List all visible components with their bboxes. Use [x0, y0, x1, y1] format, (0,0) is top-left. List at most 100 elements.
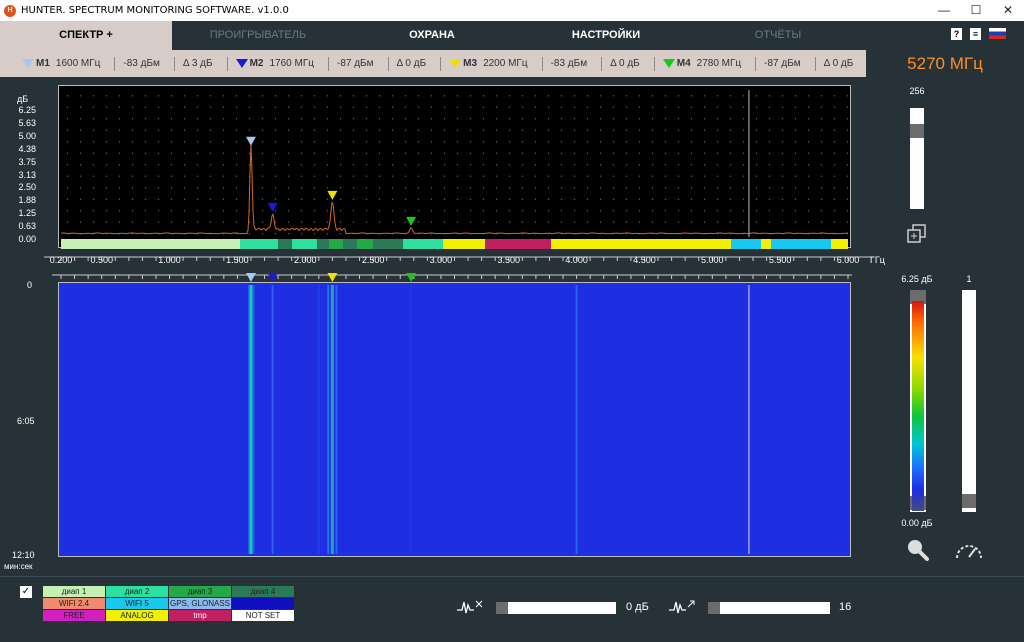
marker-1[interactable]: M1 1600 МГц -83 дБм Δ 3 дБ — [22, 50, 236, 77]
averaging-knob[interactable] — [708, 602, 720, 614]
window-controls: — ☐ ✕ — [928, 0, 1024, 21]
averaging-value: 16 — [839, 601, 852, 613]
marker-2[interactable]: M2 1760 МГц -87 дБм Δ 0 дБ — [235, 50, 450, 77]
y-tick-label: 6.25 — [18, 105, 36, 115]
color-scale-bar — [912, 301, 924, 511]
waterfall-streak — [410, 285, 412, 554]
x-tick-label: 6.000 — [836, 255, 860, 265]
colorbar-max-label: 6.25 дБ — [901, 274, 933, 284]
marker-delta: Δ 3 дБ — [182, 58, 213, 69]
spectrum-marker-3 — [327, 190, 338, 200]
time-label-start: 0 — [27, 280, 33, 290]
marker-label: M3 — [463, 58, 478, 69]
app-logo-icon: H — [4, 4, 16, 17]
legend-item: WIFI 5 — [106, 598, 168, 609]
waterfall-marker-3 — [327, 273, 338, 282]
marker-label: M1 — [36, 58, 50, 69]
marker-delta: Δ 0 дБ — [610, 58, 640, 69]
x-tick-label: 4.500 — [633, 255, 656, 265]
tab-spectrum[interactable]: СПЕКТР + — [0, 21, 172, 50]
maximize-icon[interactable]: ☐ — [960, 0, 992, 21]
language-flag-icon[interactable] — [989, 28, 1006, 39]
spectrum-scale-value: 256 — [909, 86, 925, 96]
marker-3-triangle-icon — [449, 59, 462, 68]
x-tick-label: 3.500 — [497, 255, 521, 265]
spectrum-trace — [60, 90, 848, 237]
y-tick-label: 2.50 — [18, 182, 36, 193]
x-tick-label: 5.000 — [701, 255, 724, 265]
title-bar: H HUNTER. SPECTRUM MONITORING SOFTWARE. … — [0, 0, 1024, 21]
attenuation-knob[interactable] — [496, 602, 508, 614]
minimize-icon[interactable]: — — [928, 0, 960, 21]
waterfall-speed-knob[interactable] — [962, 493, 976, 508]
marker-4[interactable]: M4 2780 МГц -87 дБм Δ 0 дБ — [662, 50, 860, 77]
x-tick-label: 2.500 — [361, 255, 385, 265]
x-tick-label: 0.200 — [49, 255, 73, 265]
waterfall-image — [247, 285, 750, 554]
x-tick-label: 3.000 — [429, 255, 453, 265]
spectrum-marker-2 — [267, 202, 278, 212]
x-tick-label: 4.000 — [565, 255, 588, 265]
spectrum-marker-1 — [245, 136, 256, 146]
help-icon[interactable]: ? — [951, 28, 962, 40]
marker-label: M2 — [249, 58, 264, 69]
marker-freq: 1760 МГц — [269, 58, 314, 69]
tab-icons: ? ≡ — [951, 28, 1006, 40]
x-tick-label: 1.000 — [158, 255, 181, 265]
x-tick-label: 1.500 — [226, 255, 249, 265]
main-tabs: СПЕКТР + ПРОИГРЫВАТЕЛЬ ОХРАНА НАСТРОЙКИ … — [0, 21, 1024, 50]
y-tick-label: 1.25 — [18, 208, 36, 219]
averaging-signal-icon — [668, 598, 696, 619]
document-icon[interactable]: ≡ — [970, 28, 981, 40]
x-tick-label: 2.000 — [293, 255, 317, 265]
waterfall-marker-1 — [245, 273, 256, 282]
spectrum-scale-knob[interactable] — [910, 123, 924, 138]
waterfall-streak — [330, 285, 334, 554]
marker-delta: Δ 0 дБ — [823, 58, 854, 69]
legend-item: диап 3 — [169, 586, 231, 597]
marker-delta: Δ 0 дБ — [396, 58, 427, 69]
averaging-slider[interactable] — [708, 602, 830, 614]
tab-security[interactable]: ОХРАНА — [344, 21, 520, 50]
attenuation-slider[interactable] — [496, 602, 616, 614]
y-tick-label: 0.63 — [18, 221, 36, 232]
waterfall-streak — [247, 285, 250, 554]
waterfall-plot[interactable] — [61, 285, 848, 554]
x-tick-label: 0.500 — [90, 255, 113, 265]
zoom-icon[interactable] — [906, 538, 930, 567]
spectrum-scale-slider[interactable] — [910, 108, 924, 209]
tab-settings[interactable]: НАСТРОЙКИ — [520, 21, 692, 50]
x-axis: 0.200 0.500 1.000 1.500 2.000 2.500 3.000 3.500… — [44, 249, 874, 269]
x-tick-label: 5.500 — [768, 255, 792, 265]
legend-item: NOT SET — [232, 610, 294, 621]
marker-freq: 2780 МГц — [696, 58, 742, 69]
tab-reports[interactable]: ОТЧЁТЫ — [692, 21, 864, 50]
waterfall-streak — [575, 285, 578, 554]
colorbar-min-label: 0.00 дБ — [901, 518, 933, 528]
tab-player[interactable]: ПРОИГРЫВАТЕЛЬ — [172, 21, 344, 50]
waterfall-streak — [327, 285, 330, 554]
waterfall-marker-ticks — [52, 270, 852, 282]
marker-bar: M1 1600 МГц -83 дБм Δ 3 дБ M2 1760 МГц -… — [0, 50, 866, 77]
center-frequency[interactable]: 5270 МГц — [866, 50, 1024, 77]
legend-checkbox[interactable]: ✓ — [20, 586, 32, 598]
marker-level: -83 дБм — [550, 58, 588, 69]
spectrum-line — [60, 143, 848, 235]
waterfall-marker-2 — [267, 273, 278, 282]
speedometer-icon[interactable] — [954, 538, 984, 567]
spectrum-plot[interactable] — [60, 90, 848, 237]
x-axis-unit: ГГц — [870, 255, 885, 265]
time-label-end: 12:10 — [12, 550, 35, 560]
copy-layers-icon[interactable] — [906, 222, 928, 249]
waterfall-speed-slider[interactable] — [962, 290, 976, 512]
waterfall-marker-4 — [406, 273, 417, 282]
close-icon[interactable]: ✕ — [992, 0, 1024, 21]
legend-item: диап 4 — [232, 586, 294, 597]
attenuation-value: 0 дБ — [626, 601, 649, 613]
y-tick-label: 3.75 — [18, 156, 36, 167]
marker-2-triangle-icon — [235, 59, 248, 68]
marker-3[interactable]: M3 2200 МГц -83 дБм Δ 0 дБ — [449, 50, 663, 77]
waterfall-streak — [335, 285, 338, 554]
waterfall-streak — [271, 285, 274, 554]
legend-item: tmp — [169, 610, 231, 621]
